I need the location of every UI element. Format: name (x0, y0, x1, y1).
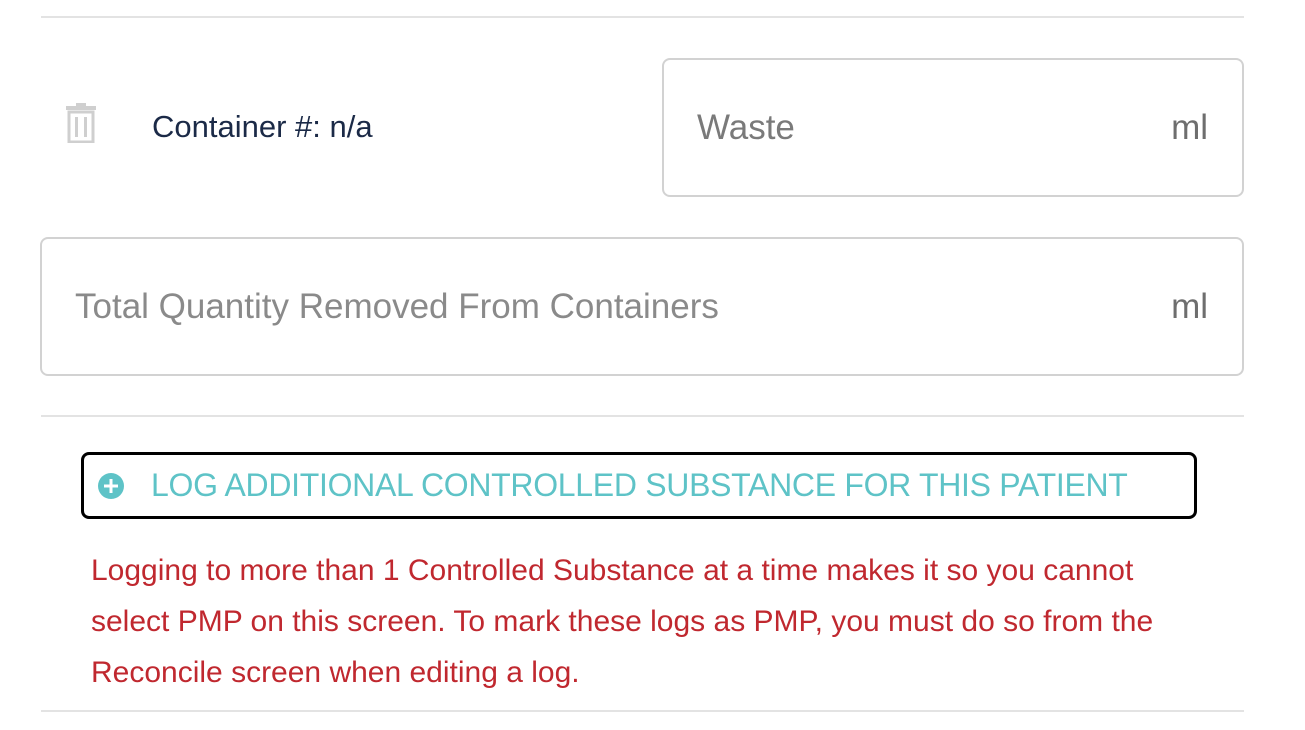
total-quantity-placeholder: Total Quantity Removed From Containers (75, 286, 719, 326)
total-quantity-input[interactable]: Total Quantity Removed From Containers m… (40, 237, 1244, 376)
plus-circle-icon (98, 472, 124, 499)
waste-placeholder: Waste (697, 107, 795, 147)
container-number-label: Container #: n/a (152, 109, 373, 144)
section-divider (41, 415, 1244, 417)
total-quantity-unit-label: ml (1171, 286, 1208, 326)
delete-container-button[interactable] (64, 103, 98, 144)
waste-input[interactable]: Waste ml (662, 58, 1244, 197)
log-additional-label: LOG ADDITIONAL CONTROLLED SUBSTANCE FOR … (151, 467, 1128, 503)
bottom-divider (41, 710, 1244, 712)
top-divider (41, 16, 1244, 18)
waste-unit-label: ml (1171, 107, 1208, 147)
pmp-warning-message: Logging to more than 1 Controlled Substa… (91, 554, 1154, 689)
trash-icon (66, 103, 96, 144)
log-additional-substance-button[interactable]: LOG ADDITIONAL CONTROLLED SUBSTANCE FOR … (81, 452, 1197, 519)
